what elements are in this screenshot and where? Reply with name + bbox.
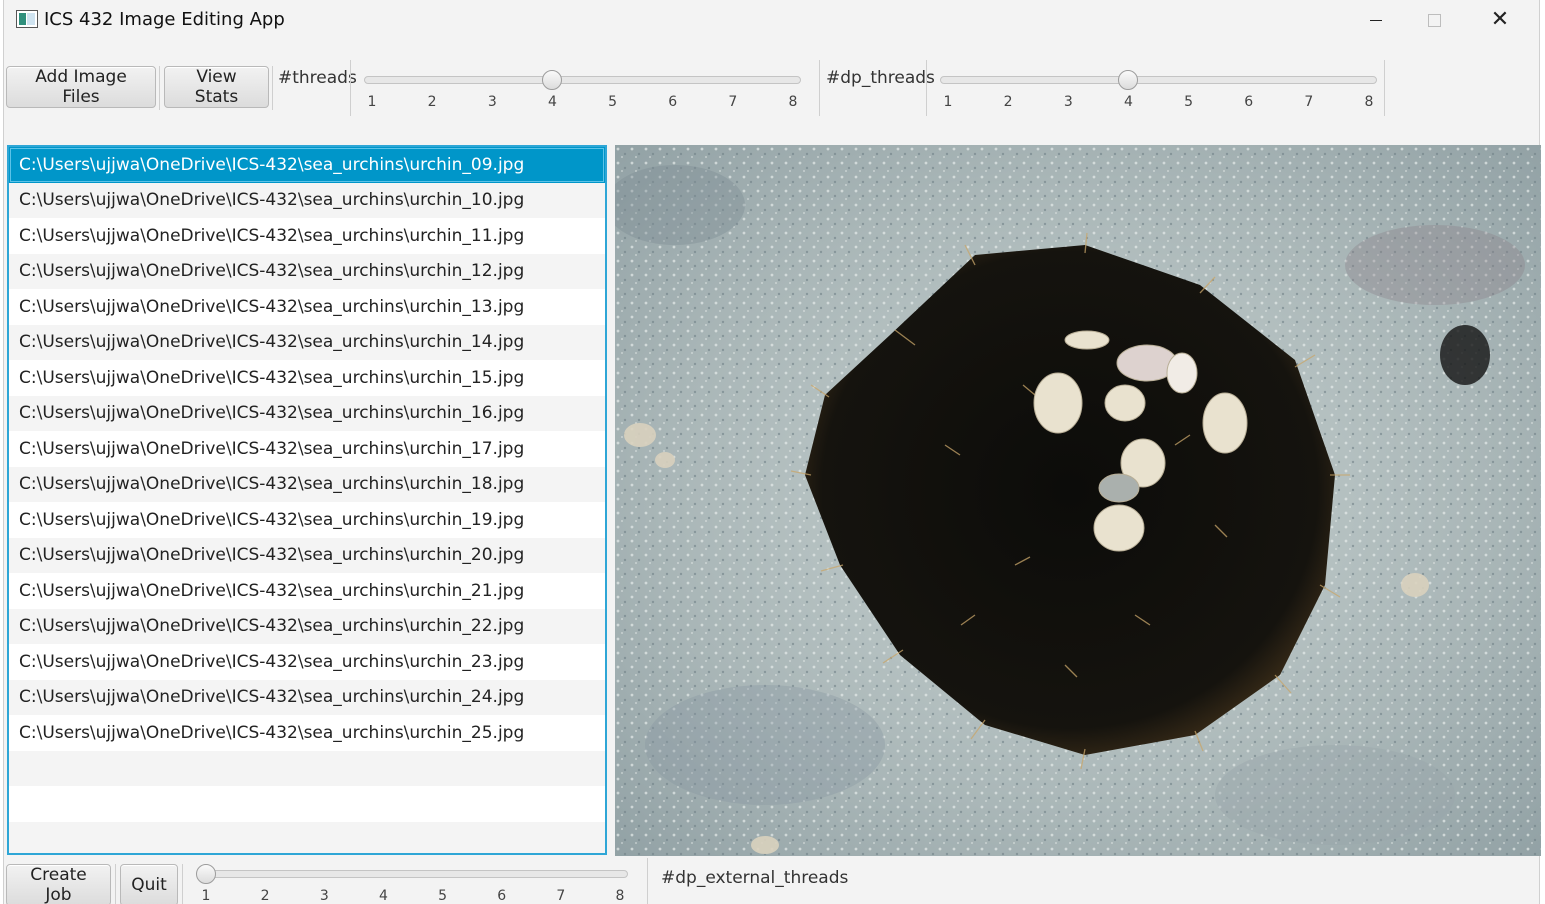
list-item[interactable]: C:\Users\ujjwa\OneDrive\ICS-432\sea_urch… bbox=[9, 147, 605, 183]
close-icon: ✕ bbox=[1490, 7, 1510, 32]
list-item[interactable]: C:\Users\ujjwa\OneDrive\ICS-432\sea_urch… bbox=[9, 289, 605, 325]
toolbar-separator bbox=[1384, 60, 1385, 116]
list-item[interactable]: C:\Users\ujjwa\OneDrive\ICS-432\sea_urch… bbox=[9, 218, 605, 254]
toolbar-separator bbox=[926, 60, 927, 116]
image-file-list[interactable]: C:\Users\ujjwa\OneDrive\ICS-432\sea_urch… bbox=[7, 145, 607, 855]
app-icon bbox=[16, 10, 38, 28]
slider-tick-label: 3 bbox=[319, 888, 329, 904]
list-item[interactable]: C:\Users\ujjwa\OneDrive\ICS-432\sea_urch… bbox=[9, 360, 605, 396]
slider-tick-label: 2 bbox=[260, 888, 270, 904]
list-item[interactable] bbox=[9, 786, 605, 822]
minimize-icon bbox=[1370, 19, 1382, 21]
maximize-icon bbox=[1427, 13, 1441, 27]
top-toolbar: Add Image Files View Stats #threads 1 2 3 4… bbox=[4, 60, 1539, 116]
slider-tick-label: 5 bbox=[438, 888, 448, 904]
list-item[interactable]: C:\Users\ujjwa\OneDrive\ICS-432\sea_urch… bbox=[9, 431, 605, 467]
list-item[interactable]: C:\Users\ujjwa\OneDrive\ICS-432\sea_urch… bbox=[9, 608, 605, 644]
list-item[interactable]: C:\Users\ujjwa\OneDrive\ICS-432\sea_urch… bbox=[9, 679, 605, 715]
view-stats-button[interactable]: View Stats bbox=[164, 66, 269, 108]
slider-thumb[interactable] bbox=[196, 864, 216, 884]
threads-label: #threads bbox=[278, 68, 357, 88]
slider-ticks: 1 2 3 4 5 6 7 8 bbox=[198, 888, 628, 904]
slider-tick-label: 5 bbox=[1184, 94, 1194, 110]
slider-tick-label: 8 bbox=[1364, 94, 1374, 110]
list-item[interactable] bbox=[9, 821, 605, 853]
dp-threads-label: #dp_threads bbox=[826, 68, 935, 88]
toolbar-separator bbox=[819, 60, 820, 116]
sea-urchin-photo bbox=[615, 145, 1541, 856]
window-title: ICS 432 Image Editing App bbox=[44, 9, 285, 30]
dp-external-threads-slider[interactable]: 1 2 3 4 5 6 7 8 bbox=[196, 860, 628, 904]
list-item[interactable] bbox=[9, 750, 605, 786]
toolbar-separator bbox=[182, 864, 183, 904]
slider-ticks: 1 2 3 4 5 6 7 8 bbox=[364, 94, 801, 112]
list-item[interactable]: C:\Users\ujjwa\OneDrive\ICS-432\sea_urch… bbox=[9, 537, 605, 573]
quit-button[interactable]: Quit bbox=[120, 864, 178, 904]
slider-tick-label: 5 bbox=[608, 94, 618, 110]
slider-tick-label: 6 bbox=[497, 888, 507, 904]
image-preview bbox=[615, 145, 1541, 856]
toolbar-separator bbox=[350, 60, 351, 116]
slider-track[interactable] bbox=[198, 870, 628, 878]
slider-track[interactable] bbox=[364, 76, 801, 84]
slider-tick-label: 6 bbox=[668, 94, 678, 110]
slider-tick-label: 8 bbox=[615, 888, 625, 904]
slider-tick-label: 3 bbox=[1063, 94, 1073, 110]
slider-tick-label: 3 bbox=[487, 94, 497, 110]
toolbar-separator bbox=[115, 864, 116, 904]
list-item[interactable]: C:\Users\ujjwa\OneDrive\ICS-432\sea_urch… bbox=[9, 182, 605, 218]
close-button[interactable]: ✕ bbox=[1477, 0, 1523, 40]
slider-tick-label: 7 bbox=[728, 94, 738, 110]
slider-tick-label: 1 bbox=[201, 888, 211, 904]
dp-external-threads-label: #dp_external_threads bbox=[661, 868, 849, 888]
list-item[interactable]: C:\Users\ujjwa\OneDrive\ICS-432\sea_urch… bbox=[9, 502, 605, 538]
maximize-button[interactable] bbox=[1411, 0, 1457, 40]
slider-tick-label: 8 bbox=[788, 94, 798, 110]
create-job-button[interactable]: Create Job bbox=[6, 864, 111, 904]
slider-tick-label: 1 bbox=[367, 94, 377, 110]
list-item[interactable]: C:\Users\ujjwa\OneDrive\ICS-432\sea_urch… bbox=[9, 395, 605, 431]
slider-thumb[interactable] bbox=[1118, 70, 1139, 90]
add-image-files-button[interactable]: Add Image Files bbox=[6, 66, 156, 108]
slider-thumb[interactable] bbox=[542, 70, 563, 90]
slider-tick-label: 1 bbox=[943, 94, 953, 110]
slider-tick-label: 2 bbox=[1003, 94, 1013, 110]
bottom-toolbar: Create Job Quit 1 2 3 4 5 6 7 8 #dp_external_th… bbox=[4, 858, 1539, 904]
list-item[interactable]: C:\Users\ujjwa\OneDrive\ICS-432\sea_urch… bbox=[9, 644, 605, 680]
title-bar: ICS 432 Image Editing App ✕ bbox=[4, 0, 1539, 40]
toolbar-separator bbox=[647, 858, 648, 904]
slider-ticks: 1 2 3 4 5 6 7 8 bbox=[940, 94, 1377, 112]
list-item[interactable]: C:\Users\ujjwa\OneDrive\ICS-432\sea_urch… bbox=[9, 253, 605, 289]
list-item[interactable]: C:\Users\ujjwa\OneDrive\ICS-432\sea_urch… bbox=[9, 573, 605, 609]
slider-tick-label: 6 bbox=[1244, 94, 1254, 110]
list-item[interactable]: C:\Users\ujjwa\OneDrive\ICS-432\sea_urch… bbox=[9, 466, 605, 502]
slider-track[interactable] bbox=[940, 76, 1377, 84]
list-item[interactable]: C:\Users\ujjwa\OneDrive\ICS-432\sea_urch… bbox=[9, 324, 605, 360]
minimize-button[interactable] bbox=[1353, 0, 1399, 40]
slider-tick-label: 7 bbox=[556, 888, 566, 904]
slider-tick-label: 7 bbox=[1304, 94, 1314, 110]
toolbar-separator bbox=[159, 66, 160, 110]
slider-tick-label: 4 bbox=[378, 888, 388, 904]
slider-tick-label: 2 bbox=[427, 94, 437, 110]
toolbar-separator bbox=[272, 66, 273, 110]
threads-slider[interactable]: 1 2 3 4 5 6 7 8 bbox=[364, 66, 801, 110]
dp-threads-slider[interactable]: 1 2 3 4 5 6 7 8 bbox=[940, 66, 1377, 110]
slider-tick-label: 4 bbox=[547, 94, 557, 110]
list-item[interactable]: C:\Users\ujjwa\OneDrive\ICS-432\sea_urch… bbox=[9, 715, 605, 751]
app-window: ICS 432 Image Editing App ✕ Add Image Fi… bbox=[3, 0, 1541, 904]
slider-tick-label: 4 bbox=[1123, 94, 1133, 110]
